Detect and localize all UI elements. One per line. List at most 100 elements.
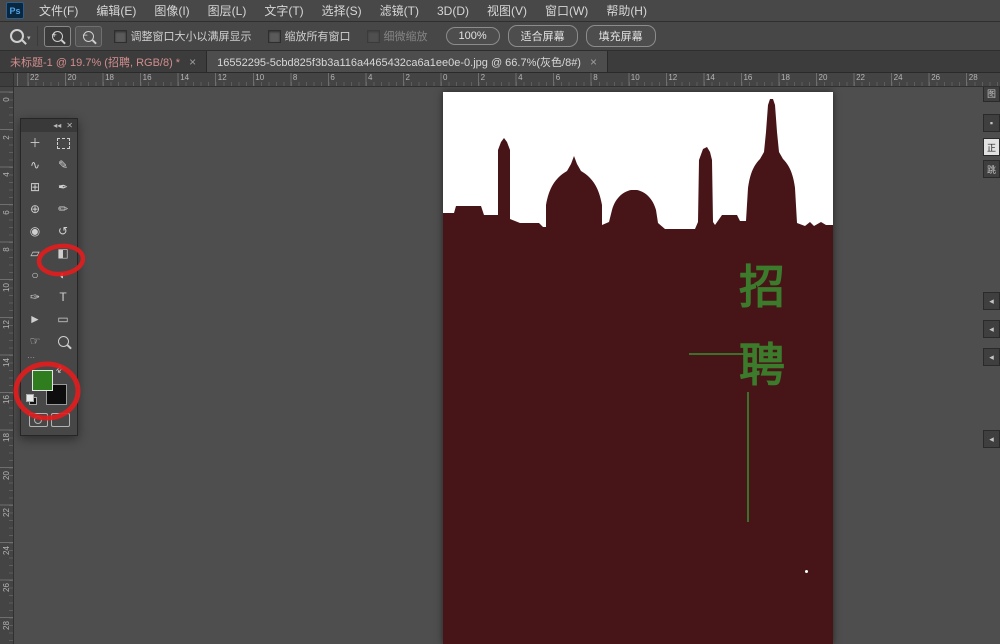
history-brush-tool-icon: ↺ (58, 225, 68, 237)
zoom-tool-preset[interactable]: ▾ (8, 26, 38, 46)
v-ruler-label: 12 (2, 317, 11, 332)
document-tab-0[interactable]: 未标题-1 @ 19.7% (招聘, RGB/8) *× (0, 51, 207, 72)
h-ruler-label: 12 (218, 73, 227, 82)
document-canvas[interactable]: 招聘 (443, 92, 833, 644)
lasso-tool[interactable]: ∿ (21, 154, 49, 176)
h-ruler-label: 16 (143, 73, 152, 82)
h-ruler-label: 10 (631, 73, 640, 82)
healing-brush-tool-icon: ⊕ (30, 203, 40, 215)
dock-icon-6[interactable]: ◂ (983, 348, 1000, 366)
path-select-tool-icon: ► (29, 313, 41, 325)
app-logo-icon[interactable]: Ps (6, 2, 24, 19)
clone-stamp-tool-icon: ◉ (30, 225, 40, 237)
dock-icon-7[interactable]: ◂ (983, 430, 1000, 448)
minus-glyph: − (83, 28, 88, 43)
eraser-tool[interactable]: ▱ (21, 242, 49, 264)
move-tool[interactable]: ＋ (21, 132, 49, 154)
checkbox-box-icon[interactable] (268, 30, 281, 43)
crop-tool[interactable]: ⊞ (21, 176, 49, 198)
h-ruler-label: 10 (255, 73, 264, 82)
zoom-tool[interactable] (49, 330, 77, 352)
menu-item-9[interactable]: 窗口(W) (536, 0, 597, 21)
menu-item-0[interactable]: 文件(F) (30, 0, 87, 21)
option-checkbox-1[interactable]: 缩放所有窗口 (268, 28, 351, 44)
foreground-color-swatch[interactable] (32, 370, 53, 391)
vertical-ruler[interactable]: 0246810121416182022242628 (0, 87, 14, 644)
right-panel-dock: 图▪正跳◂◂◂◂ (984, 80, 1000, 644)
close-panel-icon[interactable]: ✕ (66, 122, 73, 130)
dodge-tool[interactable]: ○ (21, 264, 49, 286)
dock-icon-5[interactable]: ◂ (983, 320, 1000, 338)
menu-item-1[interactable]: 编辑(E) (87, 0, 145, 21)
clone-stamp-tool[interactable]: ◉ (21, 220, 49, 242)
type-tool[interactable]: T (49, 286, 77, 308)
lasso-tool-icon: ∿ (30, 159, 40, 171)
hand-tool-icon: ☞ (30, 335, 41, 347)
document-tab-1[interactable]: 16552295-5cbd825f3b3a116a4465432ca6a1ee0… (207, 51, 608, 72)
tab-close-icon[interactable]: × (590, 56, 597, 68)
ruler-origin-corner (0, 73, 14, 87)
paint-bucket-tool-icon: ◧ (57, 247, 68, 259)
vertical-calligraphy-text: 招聘 (737, 262, 787, 390)
checkbox-label: 调整窗口大小以满屏显示 (131, 28, 252, 44)
v-ruler-label: 6 (2, 205, 11, 220)
brush-stroke-horizontal (689, 353, 753, 355)
v-ruler-label: 8 (2, 242, 11, 257)
dock-icon-4[interactable]: ◂ (983, 292, 1000, 310)
rect-marquee-tool-icon (57, 138, 70, 149)
path-select-tool[interactable]: ► (21, 308, 49, 330)
default-colors-icon[interactable] (26, 394, 36, 404)
menu-item-8[interactable]: 视图(V) (478, 0, 536, 21)
plus-glyph: + (52, 28, 57, 43)
swap-colors-icon[interactable]: ⇄ (53, 363, 66, 376)
shape-tool[interactable]: ▭ (49, 308, 77, 330)
tools-palette: ◂◂ ✕ ＋∿✎⊞✒⊕✏◉↺▱◧○◐✑T►▭☞ ⋯ ⇄ (20, 118, 78, 436)
options-button-0[interactable]: 100% (446, 27, 500, 45)
brush-tool[interactable]: ✏ (49, 198, 77, 220)
screen-mode-button[interactable] (51, 413, 70, 427)
horizontal-ruler[interactable]: 2220181614121086420246810121416182022242… (13, 73, 1000, 87)
h-ruler-label: 0 (443, 73, 447, 82)
palette-bottom-buttons (21, 411, 77, 435)
v-ruler-label: 14 (2, 355, 11, 370)
hand-tool[interactable]: ☞ (21, 330, 49, 352)
zoom-out-button[interactable]: − (75, 26, 102, 47)
options-button-1[interactable]: 适合屏幕 (508, 25, 578, 47)
zoom-in-button[interactable]: + (44, 26, 71, 47)
options-button-2[interactable]: 填充屏幕 (586, 25, 656, 47)
dock-icon-3[interactable]: 跳 (983, 160, 1000, 178)
quick-selection-tool[interactable]: ✎ (49, 154, 77, 176)
blur-tool-icon: ◐ (59, 269, 66, 281)
menu-item-5[interactable]: 选择(S) (313, 0, 371, 21)
menu-item-6[interactable]: 滤镜(T) (371, 0, 428, 21)
dodge-tool-icon: ○ (31, 269, 38, 281)
menu-item-7[interactable]: 3D(D) (428, 0, 478, 21)
h-ruler-label: 26 (931, 73, 940, 82)
h-ruler-label: 20 (68, 73, 77, 82)
h-ruler-label: 24 (894, 73, 903, 82)
checkbox-box-icon[interactable] (114, 30, 127, 43)
blur-tool[interactable]: ◐ (49, 264, 77, 286)
dock-icon-2[interactable]: 正 (983, 138, 1000, 156)
menu-item-10[interactable]: 帮助(H) (597, 0, 656, 21)
dock-icon-1[interactable]: ▪ (983, 114, 1000, 132)
h-ruler-label: 2 (406, 73, 410, 82)
menu-item-2[interactable]: 图像(I) (145, 0, 198, 21)
eyedropper-tool[interactable]: ✒ (49, 176, 77, 198)
h-ruler-label: 6 (556, 73, 560, 82)
rect-marquee-tool[interactable] (49, 132, 77, 154)
art-character-0: 招 (739, 262, 785, 312)
menu-item-3[interactable]: 图层(L) (199, 0, 256, 21)
history-brush-tool[interactable]: ↺ (49, 220, 77, 242)
paint-bucket-tool[interactable]: ◧ (49, 242, 77, 264)
healing-brush-tool[interactable]: ⊕ (21, 198, 49, 220)
quick-mask-button[interactable] (29, 413, 48, 427)
menu-item-4[interactable]: 文字(T) (255, 0, 312, 21)
menu-items: 文件(F)编辑(E)图像(I)图层(L)文字(T)选择(S)滤镜(T)3D(D)… (30, 0, 656, 21)
pen-tool[interactable]: ✑ (21, 286, 49, 308)
collapse-panel-icon[interactable]: ◂◂ (53, 122, 61, 130)
shape-tool-icon: ▭ (57, 313, 68, 325)
zoom-tool-icon (58, 336, 69, 347)
option-checkbox-0[interactable]: 调整窗口大小以满屏显示 (114, 28, 252, 44)
tab-close-icon[interactable]: × (189, 56, 196, 68)
